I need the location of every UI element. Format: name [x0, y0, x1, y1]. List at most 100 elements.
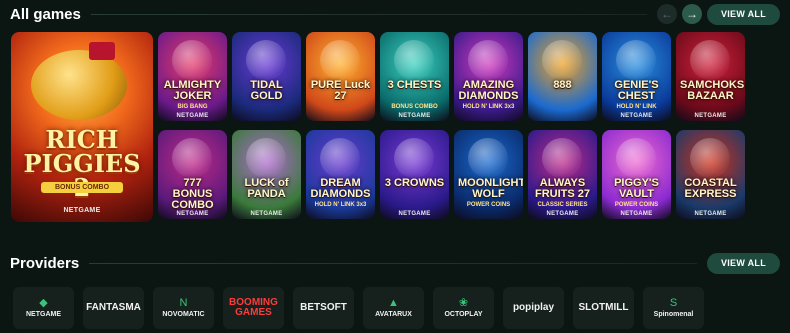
game-tile[interactable]: PURE Luck 27	[306, 32, 375, 121]
game-title: SAMCHOKS BAZAAR	[680, 79, 745, 102]
providers-view-all-button[interactable]: VIEW ALL	[706, 252, 780, 274]
providers-section-title: Providers	[10, 254, 80, 272]
game-art-icon	[616, 40, 656, 80]
game-provider: NETGAME	[176, 113, 209, 119]
game-title: AMAZING DIAMONDS	[458, 79, 519, 102]
featured-game-tile[interactable]: RICH PIGGIES 2 BONUS COMBO NETGAME	[11, 32, 153, 222]
game-provider: NETGAME	[398, 113, 431, 119]
game-tile[interactable]: TIDAL GOLD	[232, 32, 301, 121]
game-title: TIDAL GOLD	[250, 79, 283, 102]
section-divider	[90, 13, 647, 15]
game-provider: NETGAME	[546, 211, 579, 217]
games-view-all-button[interactable]: VIEW ALL	[706, 3, 780, 25]
game-provider: NETGAME	[176, 211, 209, 217]
provider-tile[interactable]: BETSOFT	[293, 287, 354, 329]
provider-name: popiplay	[512, 302, 555, 313]
game-tile[interactable]: 777 BONUS COMBO NETGAME	[158, 130, 227, 219]
provider-name: NOVOMATIC	[162, 311, 205, 318]
game-provider: NETGAME	[398, 211, 431, 217]
provider-name: BETSOFT	[300, 302, 347, 313]
game-title: DREAM DIAMONDS	[310, 177, 371, 200]
game-title: PIGGY'S VAULT	[614, 177, 659, 200]
game-tile[interactable]: LUCK of PANDA NETGAME	[232, 130, 301, 219]
provider-logo-icon: N	[179, 297, 188, 309]
game-tile[interactable]: COASTAL EXPRESS NETGAME	[676, 130, 745, 219]
game-tile[interactable]: 888	[528, 32, 597, 121]
game-title: PURE Luck 27	[310, 79, 371, 102]
game-art-icon	[616, 138, 656, 178]
provider-logo-icon: S	[669, 297, 678, 309]
game-tile[interactable]: 3 CHESTS BONUS COMBO NETGAME	[380, 32, 449, 121]
providers-row: ◆ NETGAME FANTASMA N NOVOMATIC BOOMING GAMES B…	[13, 287, 790, 329]
game-provider: NETGAME	[620, 211, 653, 217]
provider-tile[interactable]: N NOVOMATIC	[153, 287, 214, 329]
games-section-title: All games	[10, 5, 81, 23]
game-provider: NETGAME	[620, 113, 653, 119]
featured-game-provider: NETGAME	[63, 207, 101, 214]
game-subtitle: POWER COINS	[466, 202, 511, 208]
game-tile[interactable]: DREAM DIAMONDS HOLD N' LINK 3x3	[306, 130, 375, 219]
provider-name: NETGAME	[26, 311, 61, 318]
provider-tile[interactable]: SLOTMILL	[573, 287, 634, 329]
game-art-icon	[690, 138, 730, 178]
game-provider: NETGAME	[250, 211, 283, 217]
provider-name: FANTASMA	[86, 302, 141, 313]
provider-logo-icon: ▲	[388, 297, 399, 309]
game-art-icon	[542, 138, 582, 178]
game-tile[interactable]: SAMCHOKS BAZAAR NETGAME	[676, 32, 745, 121]
game-art-icon	[394, 40, 434, 80]
game-subtitle: POWER COINS	[614, 202, 659, 208]
provider-tile[interactable]: popiplay	[503, 287, 564, 329]
game-title: COASTAL EXPRESS	[684, 177, 737, 200]
provider-name: BOOMING GAMES	[229, 297, 278, 318]
chevron-left-icon[interactable]: ←	[656, 4, 677, 24]
game-tile[interactable]: PIGGY'S VAULT POWER COINS NETGAME	[602, 130, 671, 219]
provider-tile[interactable]: ◆ NETGAME	[13, 287, 74, 329]
provider-tile[interactable]: FANTASMA	[83, 287, 144, 329]
provider-tile[interactable]: S Spinomenal	[643, 287, 704, 329]
game-subtitle: CLASSIC SERIES	[537, 202, 588, 208]
game-tile[interactable]: 3 CROWNS NETGAME	[380, 130, 449, 219]
game-tile[interactable]: ALMIGHTY JOKER BIG BANG NETGAME	[158, 32, 227, 121]
game-subtitle: BIG BANG	[177, 104, 208, 110]
game-title: GENIE'S CHEST	[614, 79, 659, 102]
provider-tile[interactable]: BOOMING GAMES	[223, 287, 284, 329]
game-art-icon	[320, 40, 360, 80]
game-title: ALMIGHTY JOKER	[163, 79, 222, 102]
game-title: LUCK of PANDA	[244, 177, 289, 200]
game-title: 3 CROWNS	[384, 177, 445, 189]
game-tile[interactable]: ALWAYS FRUITS 27 CLASSIC SERIES NETGAME	[528, 130, 597, 219]
game-tile[interactable]: MOONLIGHT WOLF POWER COINS	[454, 130, 523, 219]
top-hat-icon	[89, 42, 115, 60]
game-subtitle: HOLD N' LINK 3x3	[314, 202, 367, 208]
game-title: 777 BONUS COMBO	[171, 177, 214, 211]
provider-tile[interactable]: ▲ AVATARUX	[363, 287, 424, 329]
provider-tile[interactable]: ❀ OCTOPLAY	[433, 287, 494, 329]
game-art-icon	[542, 40, 582, 80]
game-art-icon	[172, 138, 212, 178]
casino-lobby: All games ← → VIEW ALL RICH PIGGIES 2 BO…	[0, 0, 790, 333]
provider-name: AVATARUX	[375, 311, 412, 318]
game-title: 888	[553, 79, 572, 91]
game-art-icon	[394, 138, 434, 178]
game-subtitle: BONUS COMBO	[391, 104, 438, 110]
game-art-icon	[690, 40, 730, 80]
chevron-right-icon[interactable]: →	[681, 4, 702, 24]
section-divider	[89, 262, 697, 264]
game-subtitle: HOLD N' LINK 3x3	[462, 104, 515, 110]
game-art-icon	[246, 40, 286, 80]
game-art-icon	[468, 138, 508, 178]
game-tile[interactable]: GENIE'S CHEST HOLD N' LINK NETGAME	[602, 32, 671, 121]
game-art-icon	[320, 138, 360, 178]
game-title: MOONLIGHT WOLF	[458, 177, 523, 200]
game-title: ALWAYS FRUITS 27	[534, 177, 590, 200]
providers-section-header: Providers VIEW ALL	[10, 251, 780, 275]
games-section-header: All games ← → VIEW ALL	[10, 2, 780, 26]
games-grid: RICH PIGGIES 2 BONUS COMBO NETGAME ALMIG…	[11, 32, 790, 222]
provider-logo-icon: ❀	[458, 297, 469, 309]
game-tile[interactable]: AMAZING DIAMONDS HOLD N' LINK 3x3	[454, 32, 523, 121]
game-subtitle: HOLD N' LINK	[616, 104, 657, 110]
provider-name: SLOTMILL	[578, 302, 629, 313]
pig-icon	[31, 50, 127, 120]
game-art-icon	[468, 40, 508, 80]
